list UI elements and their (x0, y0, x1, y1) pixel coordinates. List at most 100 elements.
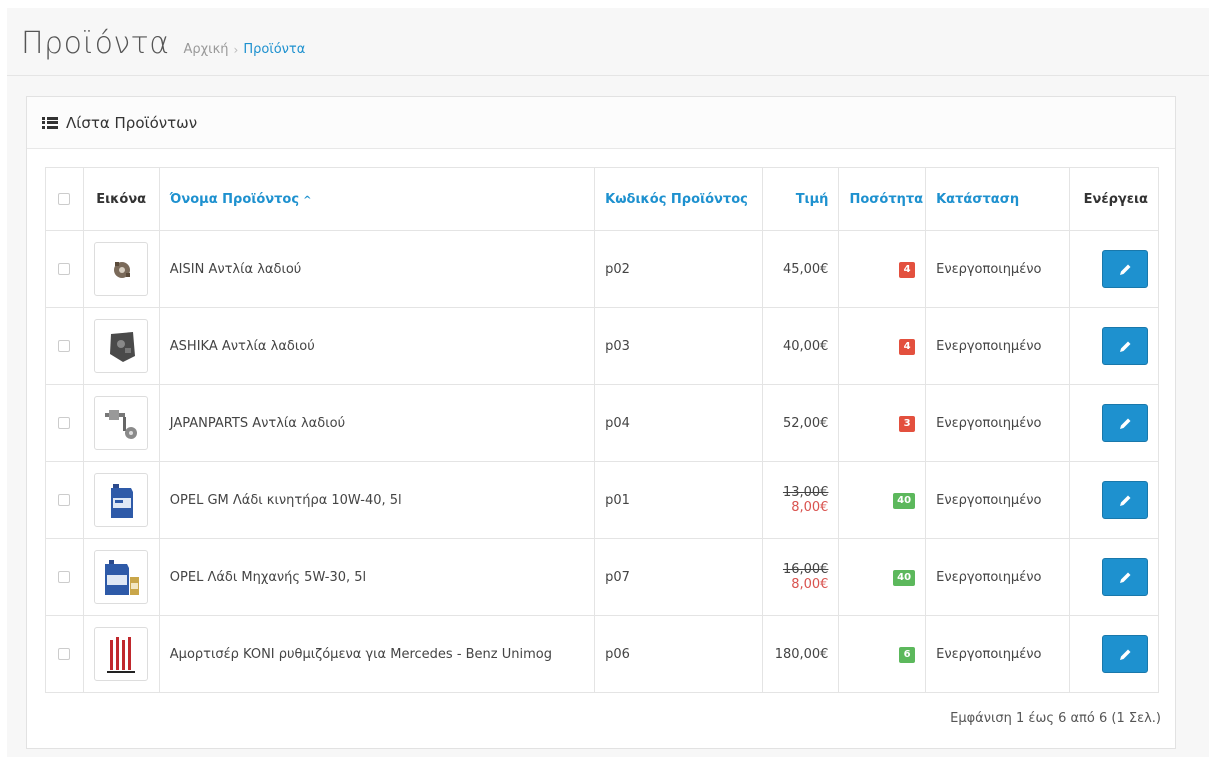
pencil-icon (1120, 418, 1131, 429)
breadcrumb-home-link[interactable]: Αρχική (184, 42, 229, 57)
product-code: p07 (594, 538, 764, 616)
breadcrumb: Αρχική › Προϊόντα (184, 42, 306, 59)
column-code-sort[interactable]: Κωδικός Προϊόντος (594, 167, 764, 231)
row-select-cell (45, 615, 84, 693)
row-select-cell (45, 230, 84, 308)
row-checkbox[interactable] (58, 648, 71, 660)
row-checkbox[interactable] (58, 494, 71, 506)
panel-title: Λίστα Προϊόντων (42, 114, 197, 132)
table-row: Αμορτισέρ KONI ρυθμιζόμενα για Mercedes … (45, 615, 1159, 693)
special-price: 8,00€ (791, 577, 829, 592)
row-select-cell (45, 538, 84, 616)
action-cell (1069, 615, 1159, 693)
row-select-cell (45, 461, 84, 539)
quantity-cell: 6 (838, 615, 927, 693)
product-code: p01 (594, 461, 764, 539)
oil-pump-thumbnail (94, 319, 149, 373)
product-status: Ενεργοποιημένο (925, 307, 1071, 385)
quantity-cell: 40 (838, 538, 927, 616)
product-status: Ενεργοποιημένο (925, 384, 1071, 462)
product-code: p04 (594, 384, 764, 462)
table-row: JAPANPARTS Αντλία λαδιού p04 52,00€ 3 Εν… (45, 384, 1159, 462)
column-quantity-sort[interactable]: Ποσότητα (838, 167, 927, 231)
product-price: 52,00€ (762, 384, 840, 462)
quantity-cell: 4 (838, 307, 927, 385)
select-all-checkbox[interactable] (58, 193, 71, 205)
edit-button[interactable] (1102, 404, 1148, 442)
product-name: OPEL Λάδι Μηχανής 5W-30, 5l (158, 538, 596, 616)
quantity-badge: 3 (899, 415, 916, 432)
edit-button[interactable] (1102, 481, 1148, 519)
edit-button[interactable] (1102, 250, 1148, 288)
pencil-icon (1120, 572, 1131, 583)
product-status: Ενεργοποιημένο (925, 538, 1071, 616)
table-row: ASHIKA Αντλία λαδιού p03 40,00€ 4 Ενεργο… (45, 307, 1159, 385)
product-status: Ενεργοποιημένο (925, 230, 1071, 308)
column-price-sort[interactable]: Τιμή (762, 167, 840, 231)
edit-button[interactable] (1102, 558, 1148, 596)
action-cell (1069, 307, 1159, 385)
pencil-icon (1120, 649, 1131, 660)
table-row: AISIN Αντλία λαδιού p02 45,00€ 4 Ενεργοπ… (45, 230, 1159, 308)
row-checkbox[interactable] (58, 571, 71, 583)
product-status: Ενεργοποιημένο (925, 615, 1071, 693)
column-name-label: Όνομα Προϊόντος (169, 191, 300, 207)
pencil-icon (1120, 264, 1131, 275)
product-price: 180,00€ (762, 615, 840, 693)
panel-title-text: Λίστα Προϊόντων (66, 113, 198, 132)
breadcrumb-products-link[interactable]: Προϊόντα (243, 42, 305, 57)
quantity-badge: 6 (899, 646, 916, 663)
price-cell: 16,00€ 8,00€ (762, 538, 840, 616)
special-price: 8,00€ (791, 500, 829, 515)
table-row: OPEL GM Λάδι κινητήρα 10W-40, 5l p01 13,… (45, 461, 1159, 539)
product-code: p03 (594, 307, 764, 385)
page-title: Προϊόντα (21, 26, 170, 61)
oil-can-thumbnail (94, 550, 149, 604)
product-image-cell (82, 307, 160, 385)
price-cell: 13,00€ 8,00€ (762, 461, 840, 539)
quantity-cell: 40 (838, 461, 927, 539)
column-name-sort[interactable]: Όνομα Προϊόντος ^ (158, 167, 596, 231)
pagination-summary: Εμφάνιση 1 έως 6 από 6 (1 Σελ.) (950, 711, 1161, 726)
product-name: AISIN Αντλία λαδιού (158, 230, 596, 308)
column-status-sort[interactable]: Κατάσταση (925, 167, 1071, 231)
product-status: Ενεργοποιημένο (925, 461, 1071, 539)
table-row: OPEL Λάδι Μηχανής 5W-30, 5l p07 16,00€ 8… (45, 538, 1159, 616)
quantity-badge: 4 (899, 338, 916, 355)
product-name: JAPANPARTS Αντλία λαδιού (158, 384, 596, 462)
product-price: 45,00€ (762, 230, 840, 308)
page-header: Προϊόντα Αρχική › Προϊόντα (7, 8, 1209, 76)
action-cell (1069, 384, 1159, 462)
quantity-cell: 4 (838, 230, 927, 308)
product-code: p06 (594, 615, 764, 693)
oil-pump-thumbnail (94, 396, 149, 450)
quantity-cell: 3 (838, 384, 927, 462)
edit-button[interactable] (1102, 635, 1148, 673)
action-cell (1069, 230, 1159, 308)
edit-button[interactable] (1102, 327, 1148, 365)
original-price: 16,00€ (782, 562, 829, 577)
quantity-badge: 4 (899, 261, 916, 278)
shock-absorber-thumbnail (94, 627, 149, 681)
product-name: OPEL GM Λάδι κινητήρα 10W-40, 5l (158, 461, 596, 539)
row-select-cell (45, 307, 84, 385)
product-image-cell (82, 615, 160, 693)
oil-can-thumbnail (94, 473, 149, 527)
row-checkbox[interactable] (58, 417, 71, 429)
quantity-badge: 40 (893, 492, 916, 509)
product-list-panel: Λίστα Προϊόντων Εικόνα Όνομα Προϊόντος ^ … (26, 96, 1176, 749)
page: Προϊόντα Αρχική › Προϊόντα Λίστα Προϊόντ… (7, 8, 1209, 757)
sort-ascending-icon: ^ (303, 194, 312, 206)
products-table: Εικόνα Όνομα Προϊόντος ^ Κωδικός Προϊόντο… (45, 167, 1159, 693)
row-checkbox[interactable] (58, 263, 71, 275)
product-image-cell (82, 538, 160, 616)
product-price: 40,00€ (762, 307, 840, 385)
row-checkbox[interactable] (58, 340, 71, 352)
row-select-cell (45, 384, 84, 462)
products-table-wrap: Εικόνα Όνομα Προϊόντος ^ Κωδικός Προϊόντο… (45, 167, 1159, 693)
product-image-cell (82, 384, 160, 462)
product-image-cell (82, 461, 160, 539)
table-header-row: Εικόνα Όνομα Προϊόντος ^ Κωδικός Προϊόντο… (45, 167, 1159, 231)
action-cell (1069, 461, 1159, 539)
product-name: ASHIKA Αντλία λαδιού (158, 307, 596, 385)
